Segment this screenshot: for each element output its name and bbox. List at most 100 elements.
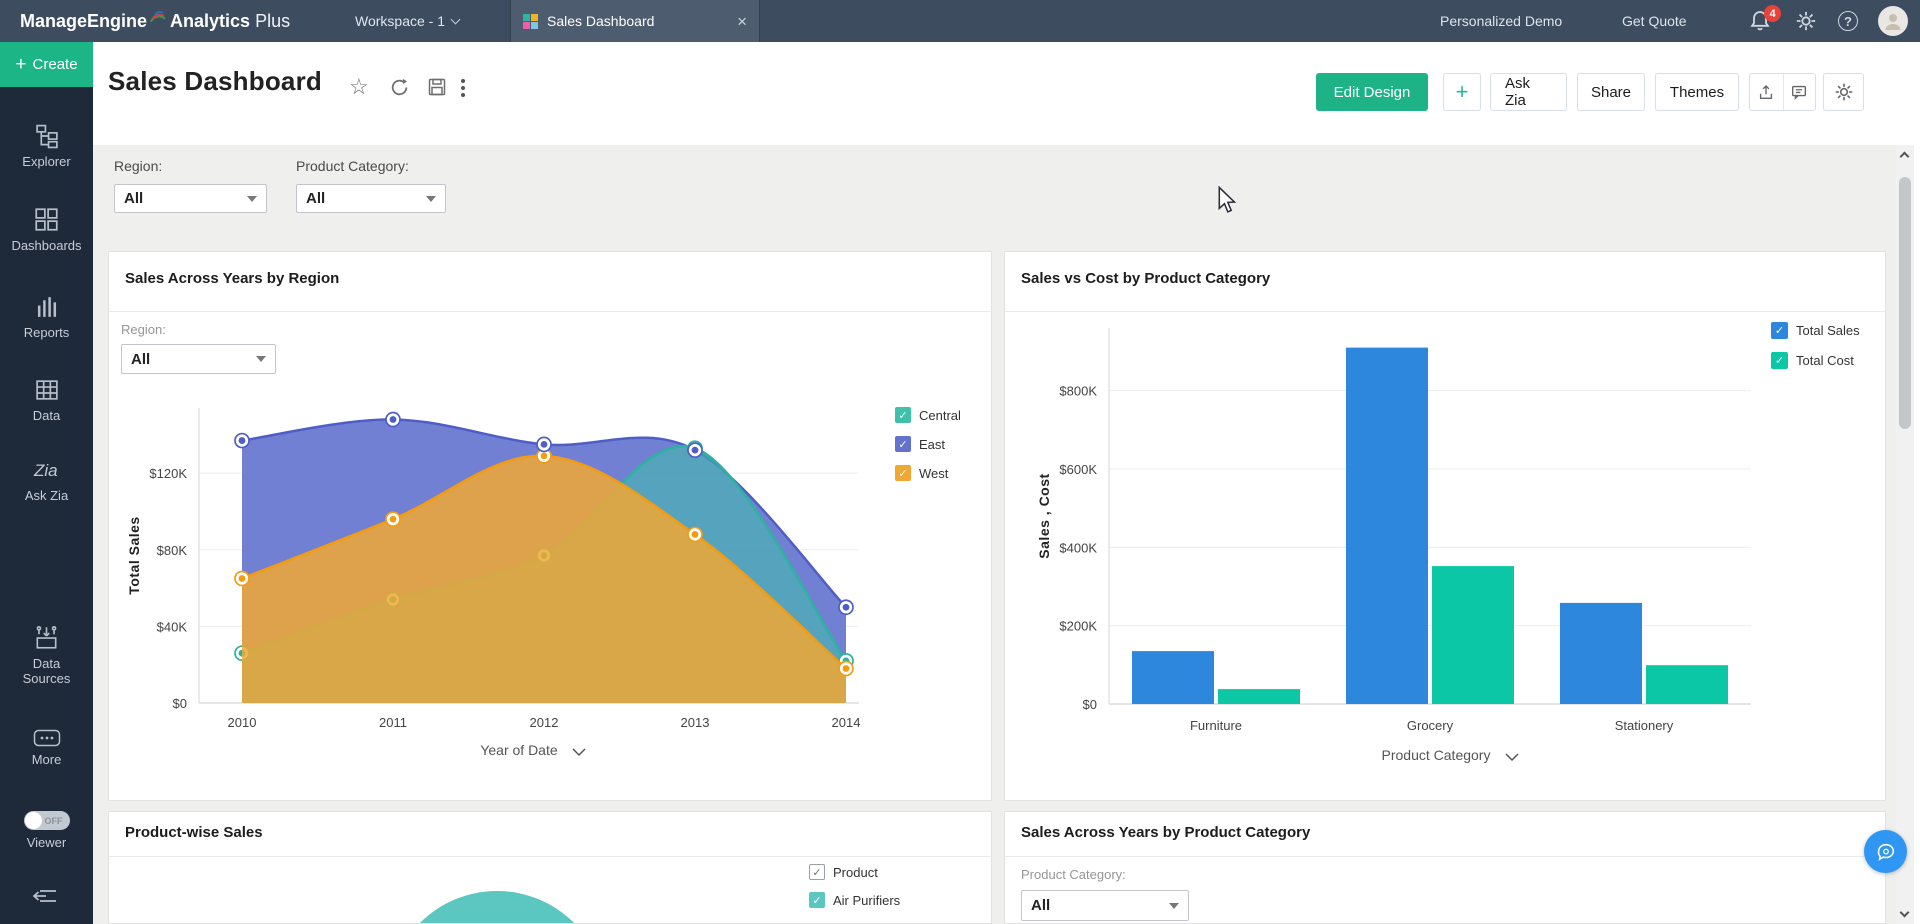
checkbox-checked-icon: ✓ [1771,352,1788,369]
panel-region-value: All [131,351,150,368]
edit-design-button[interactable]: Edit Design [1316,73,1428,111]
create-button[interactable]: + Create [0,42,93,87]
pie-chart-legend: ✓ Product ✓ Air Purifiers [809,864,900,908]
panel-category-dropdown[interactable]: All [1021,890,1189,921]
area-chart[interactable]: $0$40K$80K$120K20102011201220132014Year … [117,400,982,780]
settings-gear-icon[interactable] [1795,10,1817,32]
category-filter-value: All [306,190,325,207]
svg-text:Furniture: Furniture [1190,718,1242,733]
panel-title: Product-wise Sales [125,824,263,841]
sidebar-item-more[interactable]: More [0,729,93,767]
category-filter-dropdown[interactable]: All [296,184,446,213]
get-quote-link[interactable]: Get Quote [1622,0,1687,42]
sidebar-label: Reports [24,325,70,340]
dashboard-tab-icon [523,14,538,29]
sidebar-item-data-sources[interactable]: Data Sources [0,624,93,686]
scroll-up-icon[interactable] [1900,152,1910,162]
help-icon[interactable]: ? [1838,11,1858,31]
dashboard-settings-button[interactable] [1823,73,1864,111]
bar-chart[interactable]: $0$200K$400K$600K$800KFurnitureGrocerySt… [1005,312,1886,801]
svg-text:$400K: $400K [1059,540,1097,555]
page-title: Sales Dashboard [108,66,322,97]
comment-icon [1790,83,1808,101]
personalized-demo-link[interactable]: Personalized Demo [1440,0,1562,42]
panel-category-value: All [1031,897,1050,914]
legend-item-air-purifiers[interactable]: ✓ Air Purifiers [809,892,900,908]
brand-plus: Plus [255,11,290,32]
collapse-sidebar-button[interactable] [32,886,60,911]
more-options-kebab-icon[interactable] [461,79,465,97]
favorite-star-icon[interactable]: ☆ [349,74,369,100]
user-avatar[interactable] [1878,6,1908,36]
share-button[interactable]: Share [1577,73,1645,111]
panel-sales-vs-cost: Sales vs Cost by Product Category $0$200… [1004,251,1886,801]
vertical-scrollbar[interactable] [1896,145,1914,924]
divider [109,311,991,312]
viewer-toggle[interactable]: OFF [24,811,70,830]
checkbox-checked-icon: ✓ [809,892,825,908]
legend-item-west[interactable]: ✓ West [895,465,961,481]
svg-text:$80K: $80K [157,543,188,558]
region-filter-dropdown[interactable]: All [114,184,267,213]
sidebar-label: Data Sources [12,656,82,686]
data-sources-icon [33,624,60,651]
legend-label: Total Sales [1796,323,1860,338]
chat-assistant-fab[interactable] [1864,830,1907,873]
legend-item-total-cost[interactable]: ✓ Total Cost [1771,352,1860,369]
checkbox-checked-icon: ✓ [895,436,911,452]
svg-text:$800K: $800K [1059,384,1097,399]
checkbox-checked-icon: ✓ [895,465,911,481]
export-button[interactable] [1750,74,1783,110]
tab-close-icon[interactable]: × [737,13,747,30]
legend-label: Central [919,408,961,423]
scroll-down-icon[interactable] [1900,908,1910,918]
svg-text:$0: $0 [1083,697,1097,712]
panel-region-label: Region: [121,322,166,337]
legend-item-central[interactable]: ✓ Central [895,407,961,423]
themes-button[interactable]: Themes [1655,73,1739,111]
refresh-icon[interactable] [389,77,410,98]
share-label: Share [1591,84,1631,101]
dropdown-caret-icon [1169,903,1179,909]
legend-item-total-sales[interactable]: ✓ Total Sales [1771,322,1860,339]
checkbox-header-icon: ✓ [809,864,825,880]
gear-icon [1834,82,1854,102]
dropdown-caret-icon [256,356,266,362]
sidebar-label: Ask Zia [25,488,68,503]
svg-text:2010: 2010 [228,715,257,730]
pie-chart[interactable] [388,891,606,924]
explorer-icon [34,123,60,149]
comments-button[interactable] [1783,74,1816,110]
legend-item-product[interactable]: ✓ Product [809,864,900,880]
svg-text:Total Sales: Total Sales [126,516,142,594]
toggle-state-label: OFF [45,814,63,829]
panel-region-dropdown[interactable]: All [121,344,276,374]
scrollbar-thumb[interactable] [1899,177,1911,429]
add-widget-button[interactable]: + [1443,73,1481,111]
sidebar-item-ask-zia[interactable]: Zia Ask Zia [0,456,93,503]
sidebar-label: Explorer [22,154,70,169]
brand-logo: ManageEngine Analytics Plus [20,0,290,42]
legend-item-east[interactable]: ✓ East [895,436,961,452]
dropdown-caret-icon [426,196,436,202]
tab-sales-dashboard[interactable]: Sales Dashboard × [510,0,760,42]
more-ellipsis-icon [33,729,61,747]
svg-text:$40K: $40K [157,619,188,634]
sidebar-item-explorer[interactable]: Explorer [0,123,93,169]
sidebar-item-data[interactable]: Data [0,377,93,423]
checkbox-checked-icon: ✓ [1771,322,1788,339]
divider [1005,856,1885,857]
sidebar-item-reports[interactable]: Reports [0,294,93,340]
create-label: Create [33,56,78,73]
ask-zia-button[interactable]: Ask Zia [1490,73,1567,111]
legend-label: West [919,466,948,481]
save-icon[interactable] [427,77,447,97]
notification-badge: 4 [1764,5,1781,22]
category-filter-label: Product Category: [296,158,409,174]
workspace-selector[interactable]: Workspace - 1 [355,0,459,42]
data-table-icon [34,377,60,403]
sidebar-item-dashboards[interactable]: Dashboards [0,206,93,253]
svg-text:$600K: $600K [1059,462,1097,477]
export-upload-icon [1757,83,1775,101]
panel-sales-by-category: Sales Across Years by Product Category P… [1004,811,1886,924]
